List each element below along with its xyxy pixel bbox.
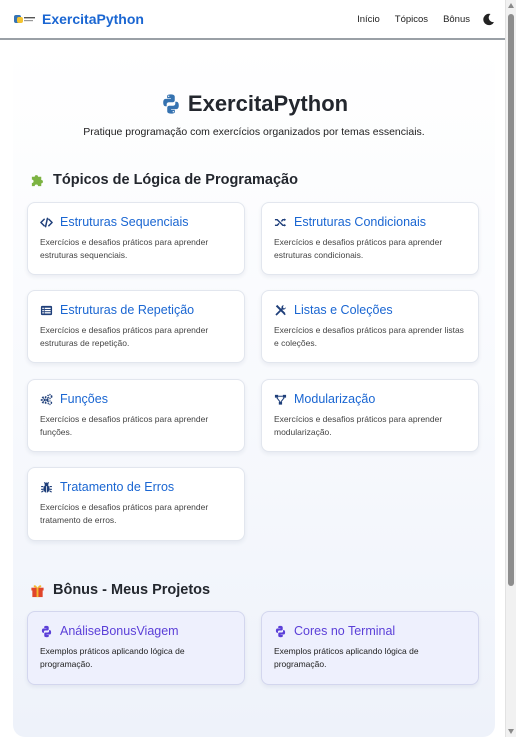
page-subtitle: Pratique programação com exercícios orga… (83, 126, 425, 138)
puzzle-icon (30, 173, 45, 188)
nav-links: Início Tópicos Bônus (357, 13, 495, 26)
card-title: Listas e Coleções (294, 303, 393, 317)
topic-card-listas-e-colecoes[interactable]: Listas e Coleções Exercícios e desafios … (261, 290, 479, 363)
bonus-section-heading: Bônus - Meus Projetos (30, 582, 210, 598)
navbar: ExercitaPython Início Tópicos Bônus (0, 0, 505, 40)
hero-title: ExercitaPython (13, 91, 495, 117)
scroll-up-arrow-icon[interactable] (508, 3, 514, 8)
topics-section-heading: Tópicos de Lógica de Programação (30, 172, 298, 188)
card-title: Funções (60, 392, 108, 406)
card-description: Exercícios e desafios práticos para apre… (274, 237, 443, 260)
moon-icon[interactable] (482, 13, 495, 26)
topics-heading-text: Tópicos de Lógica de Programação (53, 172, 298, 188)
card-description: Exemplos práticos aplicando lógica de pr… (40, 646, 185, 669)
list-icon (40, 304, 53, 317)
brand-link[interactable]: ExercitaPython (14, 11, 144, 27)
code-icon (40, 216, 53, 229)
python-icon (274, 625, 287, 638)
scroll-down-arrow-icon[interactable] (508, 729, 514, 734)
python-icon (40, 625, 53, 638)
card-title: Estruturas de Repetição (60, 303, 195, 317)
card-title: Modularização (294, 392, 376, 406)
python-logo-icon (160, 93, 182, 115)
card-title: Tratamento de Erros (60, 480, 175, 494)
topic-card-funcoes[interactable]: Funções Exercícios e desafios práticos p… (27, 379, 245, 452)
page-frame: ExercitaPython Pratique programação com … (3, 42, 505, 737)
card-title: Estruturas Sequenciais (60, 215, 189, 229)
topic-card-estruturas-de-repeticao[interactable]: Estruturas de Repetição Exercícios e des… (27, 290, 245, 363)
main-panel: ExercitaPython Pratique programação com … (13, 42, 495, 737)
page-title: ExercitaPython (187, 91, 349, 116)
card-description: Exercícios e desafios práticos para apre… (274, 414, 443, 437)
card-title: Cores no Terminal (294, 624, 396, 638)
topic-card-estruturas-condicionais[interactable]: Estruturas Condicionais Exercícios e des… (261, 202, 479, 275)
vertical-scrollbar[interactable] (505, 0, 516, 737)
nav-link-topicos[interactable]: Tópicos (395, 14, 428, 25)
card-description: Exercícios e desafios práticos para apre… (40, 414, 209, 437)
topic-card-tratamento-de-erros[interactable]: Tratamento de Erros Exercícios e desafio… (27, 467, 245, 541)
card-title: Estruturas Condicionais (294, 215, 427, 229)
nav-link-bonus[interactable]: Bônus (443, 14, 470, 25)
tools-icon (274, 304, 287, 317)
bonus-card-analise-bonus-viagem[interactable]: AnáliseBonusViagem Exemplos práticos apl… (27, 611, 245, 685)
gift-icon (30, 583, 45, 598)
card-description: Exercícios e desafios práticos para apre… (40, 325, 209, 348)
topic-card-estruturas-sequenciais[interactable]: Estruturas Sequenciais Exercícios e desa… (27, 202, 245, 275)
nav-link-inicio[interactable]: Início (357, 14, 380, 25)
card-description: Exemplos práticos aplicando lógica de pr… (274, 646, 419, 669)
gears-icon (40, 393, 53, 406)
scrollbar-thumb[interactable] (508, 14, 514, 586)
bonus-heading-text: Bônus - Meus Projetos (53, 582, 211, 598)
card-description: Exercícios e desafios práticos para apre… (40, 502, 209, 525)
card-description: Exercícios e desafios práticos para apre… (40, 237, 209, 260)
bug-icon (40, 481, 53, 494)
diagram-icon (274, 393, 287, 406)
bonus-card-cores-no-terminal[interactable]: Cores no Terminal Exemplos práticos apli… (261, 611, 479, 685)
topic-card-modularizacao[interactable]: Modularização Exercícios e desafios prát… (261, 379, 479, 452)
card-description: Exercícios e desafios práticos para apre… (274, 325, 464, 348)
brand-logo-icon (14, 12, 36, 26)
brand-name: ExercitaPython (42, 11, 144, 27)
shuffle-icon (274, 216, 287, 229)
card-title: AnáliseBonusViagem (60, 624, 179, 638)
